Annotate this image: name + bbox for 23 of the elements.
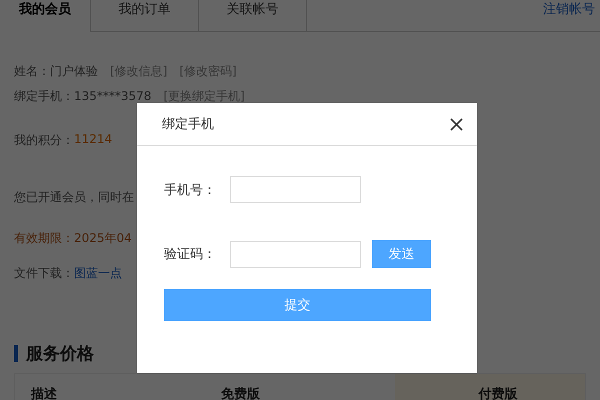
name-text: 姓名：门户体验 xyxy=(14,63,98,80)
column-header: 免费版 xyxy=(220,386,261,400)
heading-bar xyxy=(14,345,18,362)
tab[interactable]: 我的会员 xyxy=(0,0,90,32)
column-header: 描述 xyxy=(30,386,58,400)
logout-link[interactable]: 注销帐号 xyxy=(543,0,595,31)
member-note: 您已开通会员，同时在 xyxy=(14,189,134,206)
send-button[interactable]: 发送 xyxy=(372,240,431,268)
dialog-title: 绑定手机 xyxy=(162,116,214,133)
phone-text: 绑定手机：135****3578 xyxy=(14,88,152,105)
column-header: 付费版 xyxy=(395,374,585,400)
submit-button[interactable]: 提交 xyxy=(164,289,431,321)
close-icon[interactable] xyxy=(450,118,463,130)
download-link[interactable]: 图蓝一点 xyxy=(74,265,122,282)
code-label: 验证码： xyxy=(164,246,217,263)
download-label: 文件下载： xyxy=(14,265,74,282)
code-input[interactable] xyxy=(230,240,361,268)
phone-input[interactable] xyxy=(230,176,361,203)
expiry-text: 有效期限：2025年04 xyxy=(14,230,132,247)
points-label: 我的积分： xyxy=(14,132,74,149)
section-heading: 服务价格 xyxy=(26,343,94,365)
points-value: 11214 xyxy=(74,132,112,148)
phone-label: 手机号： xyxy=(164,182,217,198)
